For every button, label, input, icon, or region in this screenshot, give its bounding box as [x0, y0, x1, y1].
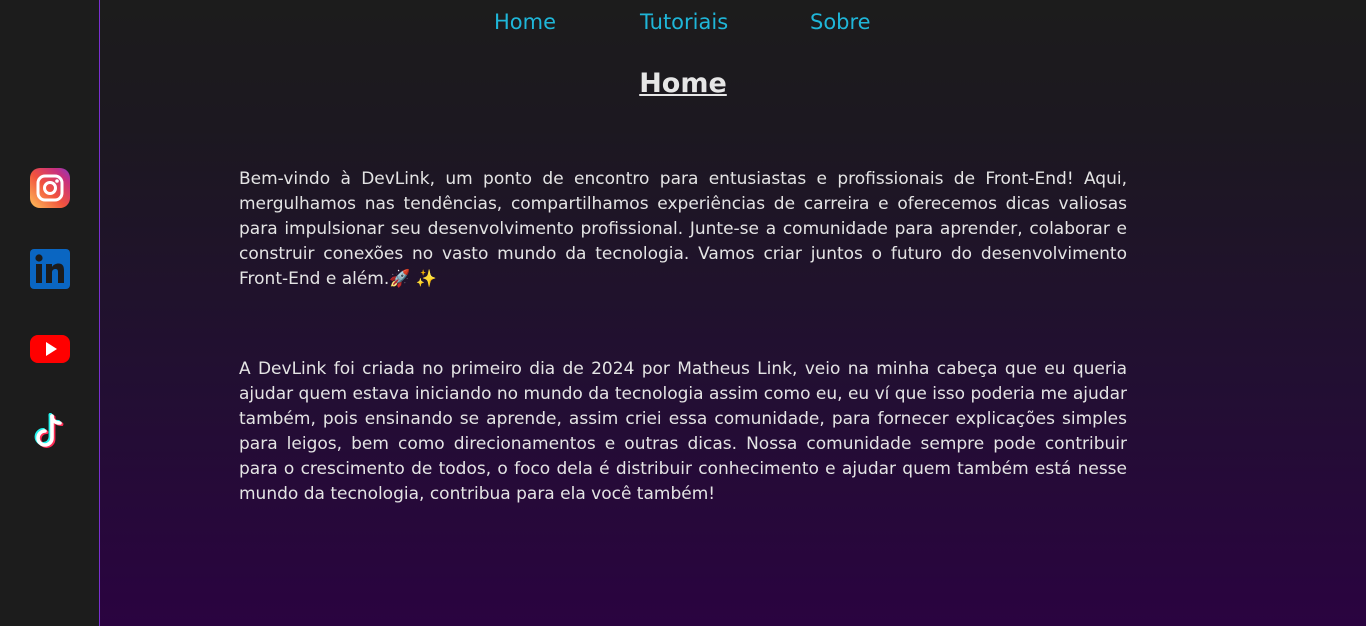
- top-nav: Home Tutoriais Sobre: [100, 8, 1366, 36]
- tiktok-icon: [34, 412, 64, 448]
- linkedin-icon: [30, 249, 70, 289]
- about-paragraph: A DevLink foi criada no primeiro dia de …: [239, 359, 1127, 504]
- nav-tutoriais-link[interactable]: Tutoriais: [640, 8, 728, 36]
- tiktok-link[interactable]: [30, 410, 70, 450]
- youtube-link[interactable]: [30, 329, 70, 369]
- social-sidebar: [0, 0, 100, 626]
- nav-home-link[interactable]: Home: [494, 8, 556, 36]
- page-title: Home: [639, 68, 727, 99]
- instagram-link[interactable]: [30, 168, 70, 208]
- youtube-icon: [30, 335, 70, 363]
- main-content: Home Tutoriais Sobre Home Bem-vindo à De…: [100, 0, 1366, 626]
- intro-paragraph: Bem-vindo à DevLink, um ponto de encontr…: [239, 169, 1127, 289]
- instagram-icon: [30, 168, 70, 208]
- linkedin-link[interactable]: [30, 249, 70, 289]
- nav-sobre-link[interactable]: Sobre: [810, 8, 871, 36]
